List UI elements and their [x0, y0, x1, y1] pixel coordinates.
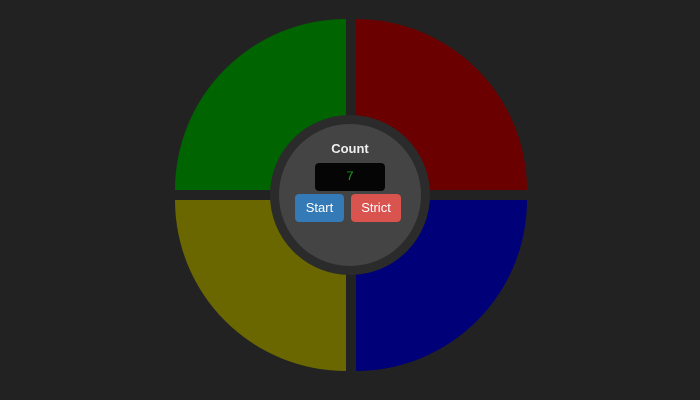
count-display: 7 [315, 163, 385, 191]
control-hub: Count 7 Start Strict [270, 115, 430, 275]
strict-button[interactable]: Strict [351, 194, 401, 222]
start-button[interactable]: Start [295, 194, 344, 222]
simon-board: Count 7 Start Strict [168, 12, 534, 378]
game-stage: Count 7 Start Strict [0, 0, 700, 400]
count-title: Count [331, 141, 369, 156]
